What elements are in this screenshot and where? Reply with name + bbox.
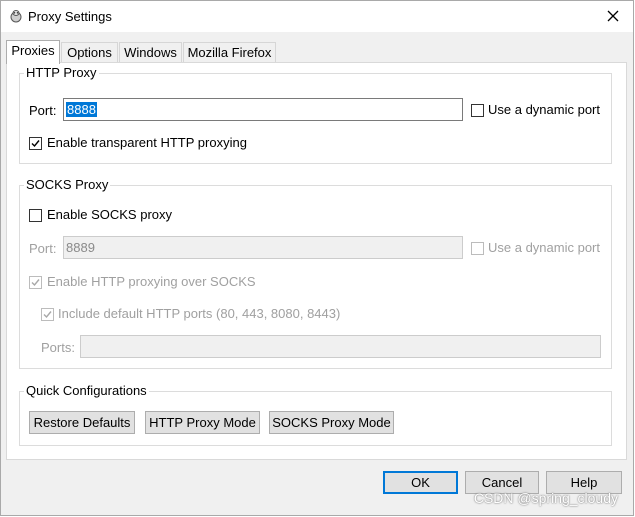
checkmark-icon — [31, 140, 40, 148]
quick-configurations-group: Quick Configurations Restore Defaults HT… — [19, 383, 612, 446]
http-over-socks-checkbox[interactable] — [29, 276, 42, 289]
csdn-watermark: CSDN @spring_cloudy — [473, 490, 618, 506]
transparent-proxying-checkbox[interactable] — [29, 137, 42, 150]
ok-button[interactable]: OK — [383, 471, 458, 494]
http-dynamic-port-label[interactable]: Use a dynamic port — [488, 102, 600, 117]
socks-proxy-group: SOCKS Proxy Enable SOCKS proxy Port: 888… — [19, 177, 612, 369]
restore-defaults-button[interactable]: Restore Defaults — [29, 411, 135, 434]
include-default-ports-label[interactable]: Include default HTTP ports (80, 443, 808… — [58, 306, 340, 321]
ports-label: Ports: — [41, 340, 75, 355]
close-button[interactable] — [599, 3, 627, 29]
socks-proxy-group-title: SOCKS Proxy — [24, 177, 111, 192]
quick-configurations-group-title: Quick Configurations — [24, 383, 149, 398]
transparent-proxying-label[interactable]: Enable transparent HTTP proxying — [47, 135, 247, 150]
enable-socks-label[interactable]: Enable SOCKS proxy — [47, 207, 172, 222]
http-port-label: Port: — [29, 103, 57, 118]
http-proxy-mode-button[interactable]: HTTP Proxy Mode — [145, 411, 260, 434]
http-over-socks-label[interactable]: Enable HTTP proxying over SOCKS — [47, 274, 256, 289]
proxies-tab-panel: HTTP Proxy Port: 8888 Use a dynamic port… — [6, 62, 627, 460]
http-dynamic-port-checkbox[interactable] — [471, 104, 484, 117]
socks-dynamic-port-label[interactable]: Use a dynamic port — [488, 240, 600, 255]
fiddler-app-icon — [10, 10, 22, 23]
checkmark-icon — [43, 311, 52, 319]
close-icon — [607, 10, 619, 22]
http-port-value: 8888 — [66, 102, 97, 117]
include-default-ports-checkbox[interactable] — [41, 308, 54, 321]
socks-port-label: Port: — [29, 241, 57, 256]
proxy-settings-window: Proxy Settings Proxies Options Windows M… — [0, 0, 634, 516]
http-proxy-group: HTTP Proxy Port: 8888 Use a dynamic port… — [19, 65, 612, 164]
title-bar: Proxy Settings — [1, 1, 633, 32]
tab-mozilla-firefox[interactable]: Mozilla Firefox — [183, 42, 276, 62]
enable-socks-checkbox[interactable] — [29, 209, 42, 222]
tab-windows[interactable]: Windows — [119, 42, 182, 62]
http-proxy-group-title: HTTP Proxy — [24, 65, 99, 80]
socks-port-value: 8889 — [66, 240, 95, 255]
socks-dynamic-port-checkbox[interactable] — [471, 242, 484, 255]
tab-proxies[interactable]: Proxies — [6, 40, 60, 64]
checkmark-icon — [31, 279, 40, 287]
socks-proxy-mode-button[interactable]: SOCKS Proxy Mode — [269, 411, 394, 434]
ports-input[interactable] — [80, 335, 601, 358]
window-title: Proxy Settings — [28, 9, 112, 24]
socks-port-input[interactable]: 8889 — [63, 236, 463, 259]
tab-options[interactable]: Options — [61, 42, 118, 62]
http-port-input[interactable]: 8888 — [63, 98, 463, 121]
